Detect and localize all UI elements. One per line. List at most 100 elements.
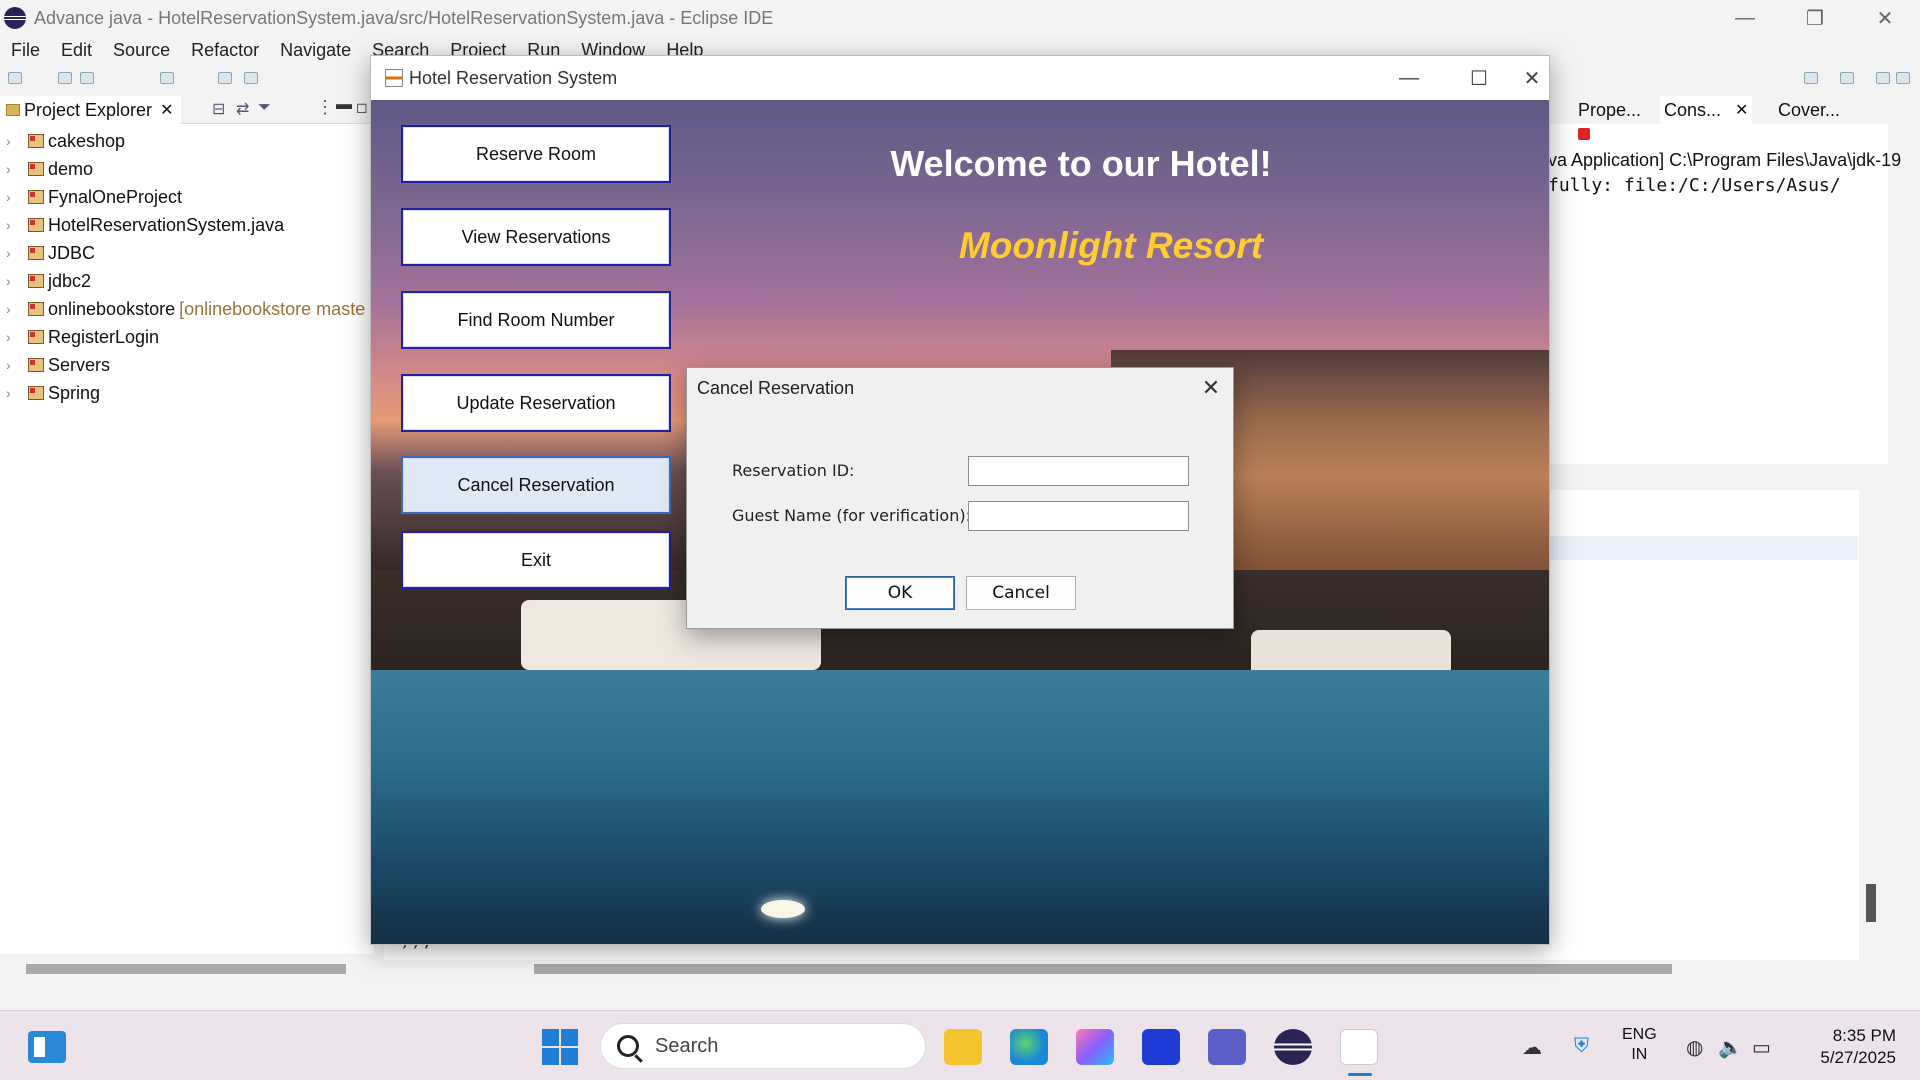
teams-icon[interactable]	[1208, 1029, 1246, 1065]
system-clock[interactable]: 8:35 PM 5/27/2025	[1806, 1025, 1896, 1069]
resort-name: Moonlight Resort	[958, 225, 1264, 266]
maximize-icon[interactable]: ☐	[1444, 56, 1514, 100]
perspective-icon[interactable]	[1840, 72, 1854, 84]
battery-icon[interactable]: ▭	[1752, 1035, 1771, 1060]
cancel-reservation-button[interactable]: Cancel Reservation	[401, 456, 671, 514]
maximize-view-icon[interactable]: ◻	[356, 99, 368, 116]
new-icon[interactable]	[8, 72, 22, 84]
debug-perspective-icon[interactable]	[1896, 72, 1910, 84]
visual-studio-icon[interactable]	[1142, 1029, 1180, 1065]
project-label: demo	[48, 158, 94, 179]
tab-coverage-label: Cover...	[1778, 99, 1841, 120]
tab-console[interactable]: Cons... ✕	[1660, 96, 1753, 124]
view-menu-icon[interactable]: ⋮	[316, 97, 334, 118]
minimize-icon[interactable]: —	[1374, 56, 1444, 100]
save-icon[interactable]	[58, 72, 72, 84]
chevron-right-icon[interactable]: ›	[6, 245, 20, 261]
update-reservation-button[interactable]: Update Reservation	[401, 374, 671, 432]
minimize-icon[interactable]: —	[1710, 0, 1780, 36]
terminate-icon[interactable]	[1578, 128, 1590, 140]
tab-project-explorer[interactable]: Project Explorer ✕	[0, 96, 182, 124]
filter-icon[interactable]: ⏷	[258, 99, 271, 117]
java-icon	[385, 69, 403, 87]
project-icon	[28, 134, 44, 148]
menu-refactor[interactable]: Refactor	[191, 40, 259, 61]
minimize-view-icon[interactable]: ▬	[336, 96, 352, 114]
list-item[interactable]: › onlinebookstore [onlinebookstore maste	[0, 296, 365, 322]
project-label: cakeshop	[48, 130, 126, 151]
java-perspective-icon[interactable]	[1876, 72, 1890, 84]
close-icon[interactable]: ✕	[1187, 368, 1235, 408]
exit-button[interactable]: Exit	[401, 531, 671, 589]
onedrive-icon[interactable]: ☁	[1522, 1035, 1542, 1060]
console-icon[interactable]	[160, 72, 174, 84]
project-icon	[28, 190, 44, 204]
language-indicator[interactable]: ENG IN	[1622, 1025, 1657, 1065]
list-item[interactable]: › Servers	[0, 352, 110, 378]
hotel-window-title: Hotel Reservation System	[409, 67, 618, 88]
file-explorer-icon[interactable]	[944, 1029, 982, 1065]
chevron-right-icon[interactable]: ›	[6, 161, 20, 177]
cancel-button[interactable]: Cancel	[966, 576, 1076, 610]
resume-icon[interactable]	[218, 72, 232, 84]
widgets-icon[interactable]	[28, 1031, 66, 1063]
close-tab-icon[interactable]: ✕	[160, 100, 173, 120]
security-shield-icon[interactable]: ⛨	[1574, 1035, 1589, 1058]
chevron-right-icon[interactable]: ›	[6, 133, 20, 149]
tab-properties[interactable]: Prope...	[1574, 96, 1645, 124]
chevron-right-icon[interactable]: ›	[6, 189, 20, 205]
search-icon[interactable]	[1804, 72, 1818, 84]
project-label: FynalOneProject	[48, 186, 183, 207]
chevron-right-icon[interactable]: ›	[6, 357, 20, 373]
horizontal-scrollbar[interactable]	[26, 964, 346, 974]
chevron-right-icon[interactable]: ›	[6, 329, 20, 345]
chevron-right-icon[interactable]: ›	[6, 301, 20, 317]
guest-name-label: Guest Name (for verification):	[732, 506, 971, 525]
start-icon[interactable]	[542, 1029, 578, 1065]
volume-icon[interactable]: 🔈	[1718, 1035, 1743, 1060]
list-item[interactable]: › JDBC	[0, 240, 95, 266]
project-icon	[28, 302, 44, 316]
list-item[interactable]: › Spring	[0, 380, 100, 406]
menu-source[interactable]: Source	[113, 40, 170, 61]
java-app-icon[interactable]	[1340, 1029, 1378, 1065]
view-reservations-button[interactable]: View Reservations	[401, 208, 671, 266]
horizontal-scrollbar[interactable]	[534, 964, 1672, 974]
maximize-icon[interactable]: ❐	[1780, 0, 1850, 36]
link-editor-icon[interactable]: ⇄	[236, 99, 249, 119]
eclipse-title-bar: Advance java - HotelReservationSystem.ja…	[0, 0, 1920, 36]
list-item[interactable]: › cakeshop	[0, 128, 125, 154]
chevron-right-icon[interactable]: ›	[6, 217, 20, 233]
clock-date: 5/27/2025	[1820, 1048, 1896, 1067]
vertical-scrollbar[interactable]	[1866, 884, 1876, 922]
ok-button[interactable]: OK	[845, 576, 955, 610]
menu-file[interactable]: File	[11, 40, 40, 61]
copilot-icon[interactable]	[1076, 1029, 1114, 1065]
collapse-all-icon[interactable]: ⊟	[212, 99, 225, 119]
edge-icon[interactable]	[1010, 1029, 1048, 1065]
find-room-number-button[interactable]: Find Room Number	[401, 291, 671, 349]
list-item[interactable]: › HotelReservationSystem.java	[0, 212, 284, 238]
chevron-right-icon[interactable]: ›	[6, 273, 20, 289]
close-icon[interactable]: ✕	[1514, 56, 1550, 100]
list-item[interactable]: › FynalOneProject	[0, 184, 182, 210]
menu-navigate[interactable]: Navigate	[280, 40, 351, 61]
project-icon	[28, 330, 44, 344]
list-item[interactable]: › jdbc2	[0, 268, 91, 294]
servers-icon	[28, 358, 44, 372]
suspend-icon[interactable]	[244, 72, 258, 84]
reserve-room-button[interactable]: Reserve Room	[401, 125, 671, 183]
list-item[interactable]: › demo	[0, 156, 93, 182]
guest-name-input[interactable]	[968, 501, 1189, 531]
network-icon[interactable]: ◍	[1686, 1035, 1703, 1060]
list-item[interactable]: › RegisterLogin	[0, 324, 159, 350]
close-tab-icon[interactable]: ✕	[1735, 100, 1748, 120]
reservation-id-input[interactable]	[968, 456, 1189, 486]
chevron-right-icon[interactable]: ›	[6, 385, 20, 401]
save-all-icon[interactable]	[80, 72, 94, 84]
tab-coverage[interactable]: Cover...	[1774, 96, 1844, 124]
menu-edit[interactable]: Edit	[61, 40, 92, 61]
close-icon[interactable]: ✕	[1850, 0, 1920, 36]
eclipse-icon[interactable]	[1274, 1029, 1312, 1065]
taskbar-search[interactable]: Search	[600, 1023, 926, 1069]
